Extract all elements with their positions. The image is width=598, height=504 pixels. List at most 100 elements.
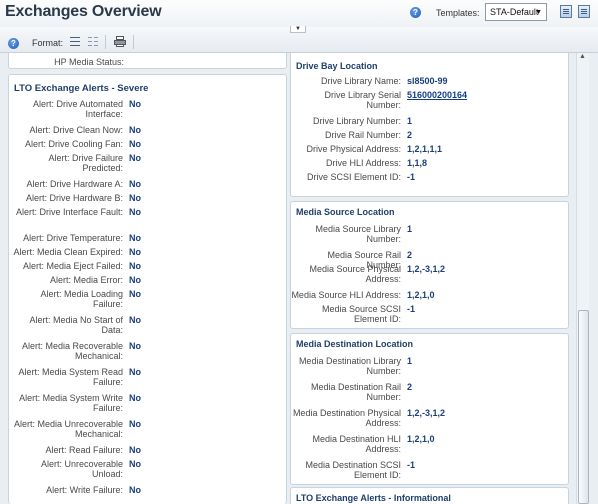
field-label: Media Destination Library Number: bbox=[298, 356, 401, 376]
field-label: Media Source Library Number: bbox=[315, 224, 401, 244]
field-label: Alert: Unrecoverable Unload: bbox=[40, 459, 123, 479]
field-label: Drive Library Serial Number: bbox=[324, 90, 401, 110]
scrollbar[interactable]: ▲ bbox=[576, 53, 589, 504]
field-value: -1 bbox=[407, 304, 416, 314]
exchanges-overview-window: Exchanges Overview ? Templates: STA-Defa… bbox=[0, 0, 598, 504]
field-value: No bbox=[129, 207, 141, 217]
field-value: -1 bbox=[407, 172, 416, 182]
field-value: No bbox=[129, 485, 141, 495]
field-value: No bbox=[129, 315, 141, 325]
help-icon[interactable]: ? bbox=[8, 38, 19, 49]
field-value: No bbox=[129, 261, 141, 271]
field-label: Alert: Media Loading Failure: bbox=[40, 289, 123, 309]
field-label: Media Destination Physical Address: bbox=[292, 408, 401, 428]
list-view-icon[interactable] bbox=[70, 37, 80, 46]
field-label: Alert: Drive Automated Interface: bbox=[32, 99, 123, 119]
serial-number-link[interactable]: 516000200164 bbox=[407, 90, 467, 100]
field-value: No bbox=[129, 179, 141, 189]
field-label: Media Source HLI Address: bbox=[291, 290, 401, 300]
field-label: Media Destination Rail Number: bbox=[310, 382, 401, 402]
grid-view-icon[interactable] bbox=[88, 37, 98, 46]
hp-media-panel: HP Media Status: bbox=[8, 53, 287, 69]
field-label: Media Destination SCSI Element ID: bbox=[305, 460, 401, 480]
field-label: Media Destination HLI Address: bbox=[312, 434, 401, 454]
field-value: No bbox=[129, 341, 141, 351]
page-title: Exchanges Overview bbox=[5, 3, 162, 20]
scrollbar-thumb[interactable] bbox=[578, 310, 589, 504]
field-label: Drive Library Number: bbox=[312, 116, 401, 126]
toolbar-separator bbox=[133, 35, 134, 49]
field-value: 2 bbox=[407, 130, 413, 140]
field-label: Alert: Media System Write Failure: bbox=[19, 393, 123, 413]
help-icon[interactable]: ? bbox=[410, 7, 421, 18]
field-value: sl8500-99 bbox=[407, 76, 448, 86]
field-label: Drive Rail Number: bbox=[324, 130, 401, 140]
templates-select[interactable]: STA-Default ▼ bbox=[485, 3, 547, 21]
panel-title: Media Source Location bbox=[296, 207, 395, 217]
severe-alerts-panel: LTO Exchange Alerts - Severe Alert: Driv… bbox=[8, 74, 287, 504]
templates-select-value: STA-Default bbox=[490, 7, 539, 17]
field-value: No bbox=[129, 153, 141, 163]
field-label: Drive HLI Address: bbox=[325, 158, 401, 168]
field-label: Alert: Drive Temperature: bbox=[23, 233, 123, 243]
field-label: Drive Library Name: bbox=[320, 76, 401, 86]
field-label: Alert: Media Unrecoverable Mechanical: bbox=[13, 419, 123, 439]
field-label: Alert: Media No Start of Data: bbox=[29, 315, 123, 335]
field-label: HP Media Status: bbox=[54, 57, 124, 67]
field-label: Alert: Media System Read Failure: bbox=[18, 367, 123, 387]
toolbar-separator bbox=[105, 35, 106, 49]
info-alerts-panel: LTO Exchange Alerts - Informational bbox=[290, 487, 569, 504]
field-value: -1 bbox=[407, 460, 416, 470]
field-label: Alert: Drive Clean Now: bbox=[29, 125, 123, 135]
scroll-up-icon[interactable]: ▲ bbox=[579, 53, 586, 60]
field-value: No bbox=[129, 99, 141, 109]
field-value: 1,2,1,1,1 bbox=[407, 144, 443, 154]
field-value: 1,2,-3,1,2 bbox=[407, 408, 446, 418]
format-label: Format: bbox=[32, 38, 64, 48]
field-value: 2 bbox=[407, 250, 413, 260]
field-label: Media Source SCSI Element ID: bbox=[321, 304, 401, 324]
field-value: No bbox=[129, 393, 141, 403]
field-value: No bbox=[129, 275, 141, 285]
save-template-icon[interactable] bbox=[578, 5, 590, 18]
field-value: No bbox=[129, 289, 141, 299]
collapse-toolbar-icon[interactable]: ▼ bbox=[290, 26, 306, 33]
field-label: Alert: Drive Failure Predicted: bbox=[48, 153, 123, 173]
field-value: No bbox=[129, 125, 141, 135]
field-label: Drive SCSI Element ID: bbox=[306, 172, 401, 182]
field-value: No bbox=[129, 367, 141, 377]
field-label: Alert: Drive Cooling Fan: bbox=[24, 139, 123, 149]
field-label: Drive Physical Address: bbox=[306, 144, 401, 154]
field-value: No bbox=[129, 445, 141, 455]
media-source-panel: Media Source Location Media Source Libra… bbox=[290, 201, 569, 329]
field-value: No bbox=[129, 139, 141, 149]
field-label: Alert: Media Clean Expired: bbox=[13, 247, 123, 257]
field-label: Alert: Drive Interface Fault: bbox=[15, 207, 123, 217]
media-destination-panel: Media Destination Location Media Destina… bbox=[290, 333, 569, 485]
content-area: HP Media Status: LTO Exchange Alerts - S… bbox=[0, 53, 598, 504]
field-value: 1 bbox=[407, 356, 413, 366]
field-value: 2 bbox=[407, 382, 413, 392]
field-label: Alert: Media Recoverable Mechanical: bbox=[21, 341, 123, 361]
panel-title: LTO Exchange Alerts - Severe bbox=[14, 83, 149, 94]
field-value: 1,2,1,0 bbox=[407, 290, 435, 300]
field-value: 1 bbox=[407, 116, 413, 126]
manage-templates-icon[interactable] bbox=[560, 5, 572, 18]
field-value: No bbox=[129, 419, 141, 429]
field-label: Alert: Drive Hardware A: bbox=[26, 179, 123, 189]
field-label: Alert: Media Eject Failed: bbox=[22, 261, 123, 271]
panel-title: LTO Exchange Alerts - Informational bbox=[296, 493, 451, 503]
field-value: No bbox=[129, 459, 141, 469]
chevron-down-icon: ▼ bbox=[535, 9, 542, 16]
field-value: No bbox=[129, 193, 141, 203]
print-icon[interactable] bbox=[114, 36, 126, 47]
field-label: Alert: Write Failure: bbox=[46, 485, 123, 495]
field-value: 1 bbox=[407, 224, 413, 234]
field-value: 1,2,-3,1,2 bbox=[407, 264, 446, 274]
page-header: Exchanges Overview ? Templates: STA-Defa… bbox=[0, 0, 598, 27]
field-value: 1,1,8 bbox=[407, 158, 428, 168]
drive-bay-panel: Drive Bay Location Drive Library Name: sl… bbox=[290, 53, 569, 197]
field-label: Alert: Media Error: bbox=[49, 275, 123, 285]
field-label: Media Source Physical Address: bbox=[309, 264, 401, 284]
field-value: 1,2,1,0 bbox=[407, 434, 435, 444]
